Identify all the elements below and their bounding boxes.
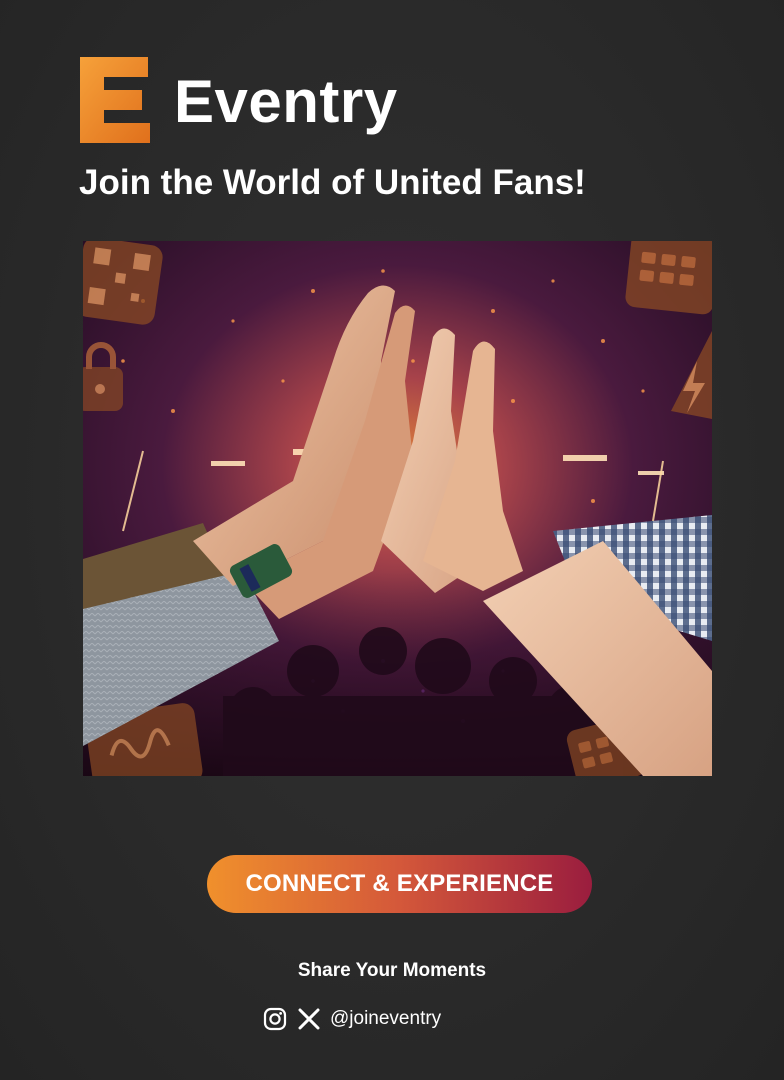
connect-experience-button[interactable]: CONNECT & EXPERIENCE [207,855,592,913]
social-handle[interactable]: @joineventry [330,1008,441,1030]
page-title: Join the World of United Fans! [79,163,586,202]
qr-code-icon [83,241,163,325]
hero-image [83,241,712,776]
brand-name: Eventry [174,68,398,135]
share-label: Share Your Moments [297,960,487,981]
brand-header: Eventry [80,56,398,144]
eventry-e-logo-icon [80,57,150,143]
social-links: @joineventry [263,1006,441,1032]
badge-icon [625,241,712,315]
instagram-icon[interactable] [263,1007,287,1031]
x-icon[interactable] [297,1007,321,1031]
